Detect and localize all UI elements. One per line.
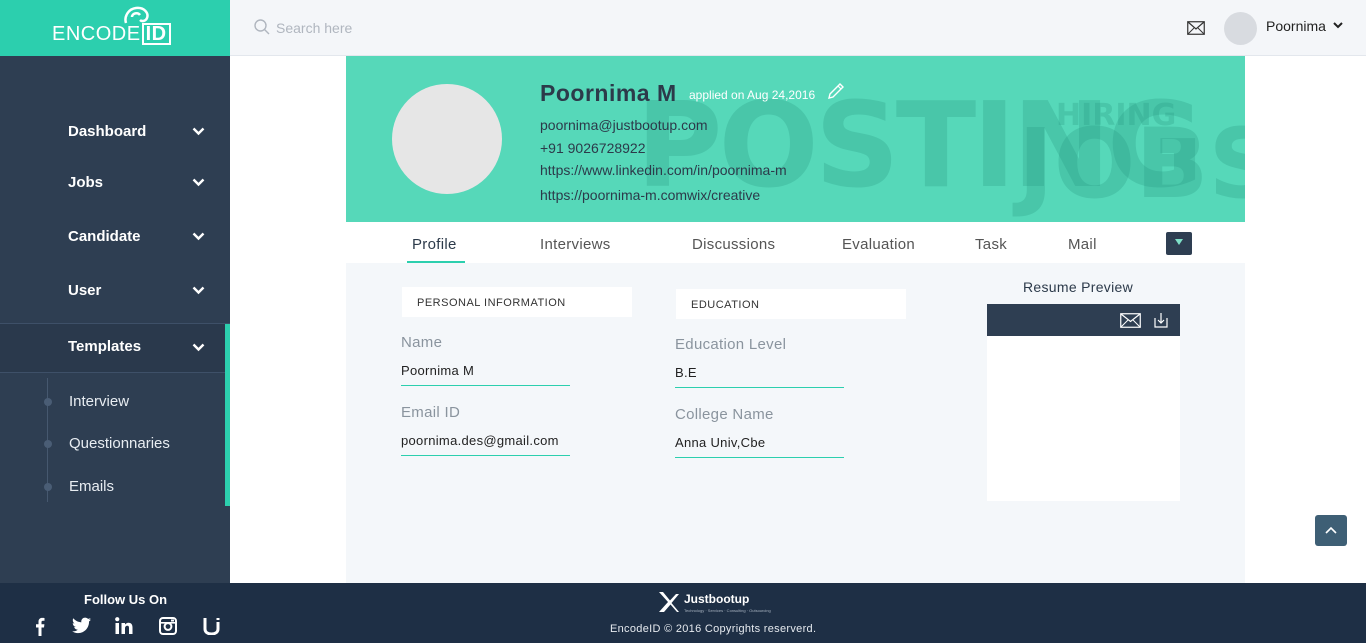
sidebar-item-templates[interactable]: Templates [0, 323, 230, 373]
logo-id-badge: ID [141, 23, 171, 45]
chevron-down-icon [192, 343, 205, 352]
college-name-field[interactable]: Anna Univ,Cbe [675, 435, 844, 458]
banner-word: HIRING [1056, 98, 1177, 133]
candidate-avatar [392, 84, 502, 194]
chevron-down-icon [192, 178, 205, 187]
copyright-text: EncodeID © 2016 Copyrights reserverd. [610, 623, 817, 635]
sidebar-item-user[interactable]: User [0, 271, 230, 311]
applied-date: applied on Aug 24,2016 [689, 88, 816, 102]
sidebar-item-label: Dashboard [68, 123, 147, 140]
candidate-email[interactable]: poornima@justbootup.com [540, 117, 708, 133]
tab-profile[interactable]: Profile [412, 236, 457, 253]
justbootup-icon[interactable] [203, 617, 220, 635]
chevron-up-icon [1325, 526, 1337, 534]
logo-text: ENCODE ID [52, 23, 171, 46]
chevron-down-icon [192, 127, 205, 136]
mail-icon[interactable] [1187, 21, 1205, 35]
mail-icon[interactable] [1120, 313, 1141, 328]
footer: Follow Us On Justbootup Technology · Ser… [0, 583, 1366, 643]
app-logo[interactable]: ENCODE ID [0, 0, 230, 56]
submenu-item-questionnaries[interactable]: Questionnaries [0, 429, 225, 459]
candidate-name: Poornima M [540, 80, 677, 106]
bullet-icon [44, 398, 52, 406]
candidate-linkedin[interactable]: https://www.linkedin.com/in/poornima-m [540, 162, 787, 178]
chevron-down-icon[interactable] [1333, 22, 1343, 29]
sidebar-item-label: Templates [68, 338, 142, 355]
justbootup-logo-icon [659, 592, 679, 612]
submenu-label: Emails [69, 478, 115, 495]
sidebar-item-dashboard[interactable]: Dashboard [0, 112, 230, 152]
education-heading: EDUCATION [676, 289, 906, 319]
resume-toolbar [987, 304, 1180, 336]
submenu-item-emails[interactable]: Emails [0, 472, 225, 502]
tab-discussions[interactable]: Discussions [692, 236, 775, 253]
education-level-field[interactable]: B.E [675, 365, 844, 388]
sidebar: Dashboard Jobs Candidate User Templates … [0, 56, 230, 583]
download-icon[interactable] [1154, 312, 1168, 328]
follow-us-label: Follow Us On [84, 592, 168, 607]
name-field[interactable]: Poornima M [401, 363, 570, 386]
submenu-item-interview[interactable]: Interview [0, 387, 225, 417]
profile-banner: POSTING JOBS HIRING Poornima M applied o… [346, 56, 1245, 222]
email-label: Email ID [401, 404, 461, 421]
tab-mail[interactable]: Mail [1068, 236, 1097, 253]
college-name-label: College Name [675, 406, 774, 423]
education-level-label: Education Level [675, 336, 787, 353]
sidebar-item-label: Candidate [68, 228, 141, 245]
user-avatar[interactable] [1224, 12, 1257, 45]
facebook-icon[interactable] [35, 617, 45, 636]
sidebar-item-label: User [68, 282, 102, 299]
candidate-website[interactable]: https://poornima-m.comwix/creative [540, 187, 760, 203]
personal-info-heading: PERSONAL INFORMATION [402, 287, 632, 317]
caret-down-icon [1175, 239, 1183, 245]
active-tab-underline [407, 261, 465, 263]
bullet-icon [44, 440, 52, 448]
tab-interviews[interactable]: Interviews [540, 236, 611, 253]
main-content: POSTING JOBS HIRING Poornima M applied o… [346, 56, 1245, 583]
submenu-label: Questionnaries [69, 435, 170, 452]
user-name[interactable]: Poornima [1266, 18, 1326, 34]
linkedin-icon[interactable] [115, 617, 133, 634]
sidebar-item-jobs[interactable]: Jobs [0, 163, 230, 203]
sidebar-item-candidate[interactable]: Candidate [0, 217, 230, 257]
tabs-more-button[interactable] [1166, 232, 1192, 255]
candidate-phone: +91 9026728922 [540, 140, 646, 156]
tab-task[interactable]: Task [975, 236, 1007, 253]
company-tagline: Technology · Services · Consulting · Out… [684, 608, 771, 613]
chevron-down-icon [192, 232, 205, 241]
chevron-down-icon [192, 286, 205, 295]
twitter-icon[interactable] [72, 617, 91, 634]
email-field[interactable]: poornima.des@gmail.com [401, 433, 570, 456]
company-name: Justbootup [684, 592, 750, 606]
top-bar: Poornima [230, 0, 1366, 56]
profile-tabs: Profile Interviews Discussions Evaluatio… [346, 222, 1245, 263]
submenu-label: Interview [69, 393, 130, 410]
active-indicator [225, 324, 230, 506]
scroll-top-button[interactable] [1315, 515, 1347, 546]
pencil-icon[interactable] [826, 81, 846, 101]
name-label: Name [401, 334, 443, 351]
sidebar-item-label: Jobs [68, 174, 104, 191]
search-input[interactable] [276, 16, 576, 40]
resume-preview-title: Resume Preview [1023, 279, 1134, 295]
bullet-icon [44, 483, 52, 491]
instagram-icon[interactable] [159, 617, 177, 635]
search-icon[interactable] [254, 19, 270, 35]
resume-preview-area[interactable] [987, 336, 1180, 501]
tab-evaluation[interactable]: Evaluation [842, 236, 915, 253]
